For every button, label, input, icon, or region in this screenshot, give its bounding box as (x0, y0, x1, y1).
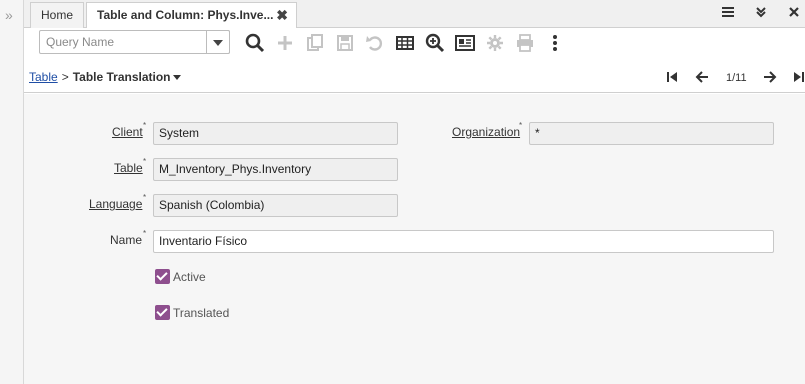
breadcrumb-row: Table > Table Translation 1/11 (24, 62, 805, 93)
language-label[interactable]: Language (89, 197, 142, 211)
organization-field[interactable]: * (529, 122, 774, 145)
first-record-icon[interactable] (664, 69, 680, 87)
client-required-mark: * (143, 121, 147, 130)
translated-label: Translated (173, 306, 230, 320)
print-icon[interactable] (514, 32, 536, 54)
organization-label[interactable]: Organization (452, 125, 520, 139)
name-label: Name (110, 233, 143, 247)
breadcrumb-parent-link[interactable]: Table (29, 70, 58, 84)
zoom-icon[interactable] (424, 32, 446, 54)
active-label: Active (173, 270, 206, 284)
add-icon[interactable] (274, 32, 296, 54)
hamburger-menu-icon[interactable] (722, 6, 734, 21)
breadcrumb: Table > Table Translation (29, 70, 181, 84)
language-required-mark: * (143, 193, 147, 202)
tab-table-and-column-label: Table and Column: Phys.Inve... (97, 8, 274, 22)
previous-record-icon[interactable] (694, 69, 710, 87)
translated-checkbox[interactable] (155, 305, 170, 320)
name-input[interactable]: Inventario Físico (153, 230, 774, 253)
client-label[interactable]: Client (112, 125, 143, 139)
save-icon[interactable] (334, 32, 356, 54)
table-field[interactable]: M_Inventory_Phys.Inventory (153, 158, 398, 181)
breadcrumb-dropdown-icon[interactable] (172, 75, 181, 81)
language-field[interactable]: Spanish (Colombia) (153, 194, 398, 217)
double-chevron-down-icon[interactable] (755, 6, 767, 21)
expand-panel-icon[interactable]: » (5, 8, 13, 22)
record-pager: 1/11 (726, 72, 747, 84)
gear-icon[interactable] (484, 32, 506, 54)
more-icon[interactable] (544, 32, 566, 54)
last-record-icon[interactable] (791, 69, 805, 87)
breadcrumb-current: Table Translation (72, 70, 171, 84)
close-tab-icon[interactable]: ✖ (276, 3, 288, 28)
tab-home[interactable]: Home (30, 2, 84, 28)
tab-bar: Home Table and Column: Phys.Inve... ✖ (24, 0, 805, 29)
organization-required-mark: * (519, 121, 523, 130)
query-dropdown-button[interactable] (206, 30, 230, 54)
active-checkbox[interactable] (155, 269, 170, 284)
table-label[interactable]: Table (114, 161, 143, 175)
collapsed-side-panel: » (0, 0, 24, 384)
search-icon[interactable] (244, 32, 266, 54)
tab-table-and-column[interactable]: Table and Column: Phys.Inve... ✖ (86, 2, 297, 29)
copy-icon[interactable] (304, 32, 326, 54)
tab-home-label: Home (40, 8, 73, 22)
toolbar (24, 28, 805, 62)
app-window: » Home Table and Column: Phys.Inve... ✖ (0, 0, 805, 384)
next-record-icon[interactable] (762, 69, 778, 87)
query-name-input[interactable] (40, 31, 200, 53)
undo-icon[interactable] (364, 32, 386, 54)
query-name-combobox (39, 30, 230, 54)
grid-icon[interactable] (394, 32, 416, 54)
name-required-mark: * (143, 229, 147, 238)
close-icon[interactable] (788, 6, 800, 21)
table-required-mark: * (143, 157, 147, 166)
record-form: Client * System Organization * * Table *… (24, 94, 805, 384)
report-icon[interactable] (454, 32, 476, 54)
client-field[interactable]: System (153, 122, 398, 145)
breadcrumb-separator: > (61, 70, 69, 84)
